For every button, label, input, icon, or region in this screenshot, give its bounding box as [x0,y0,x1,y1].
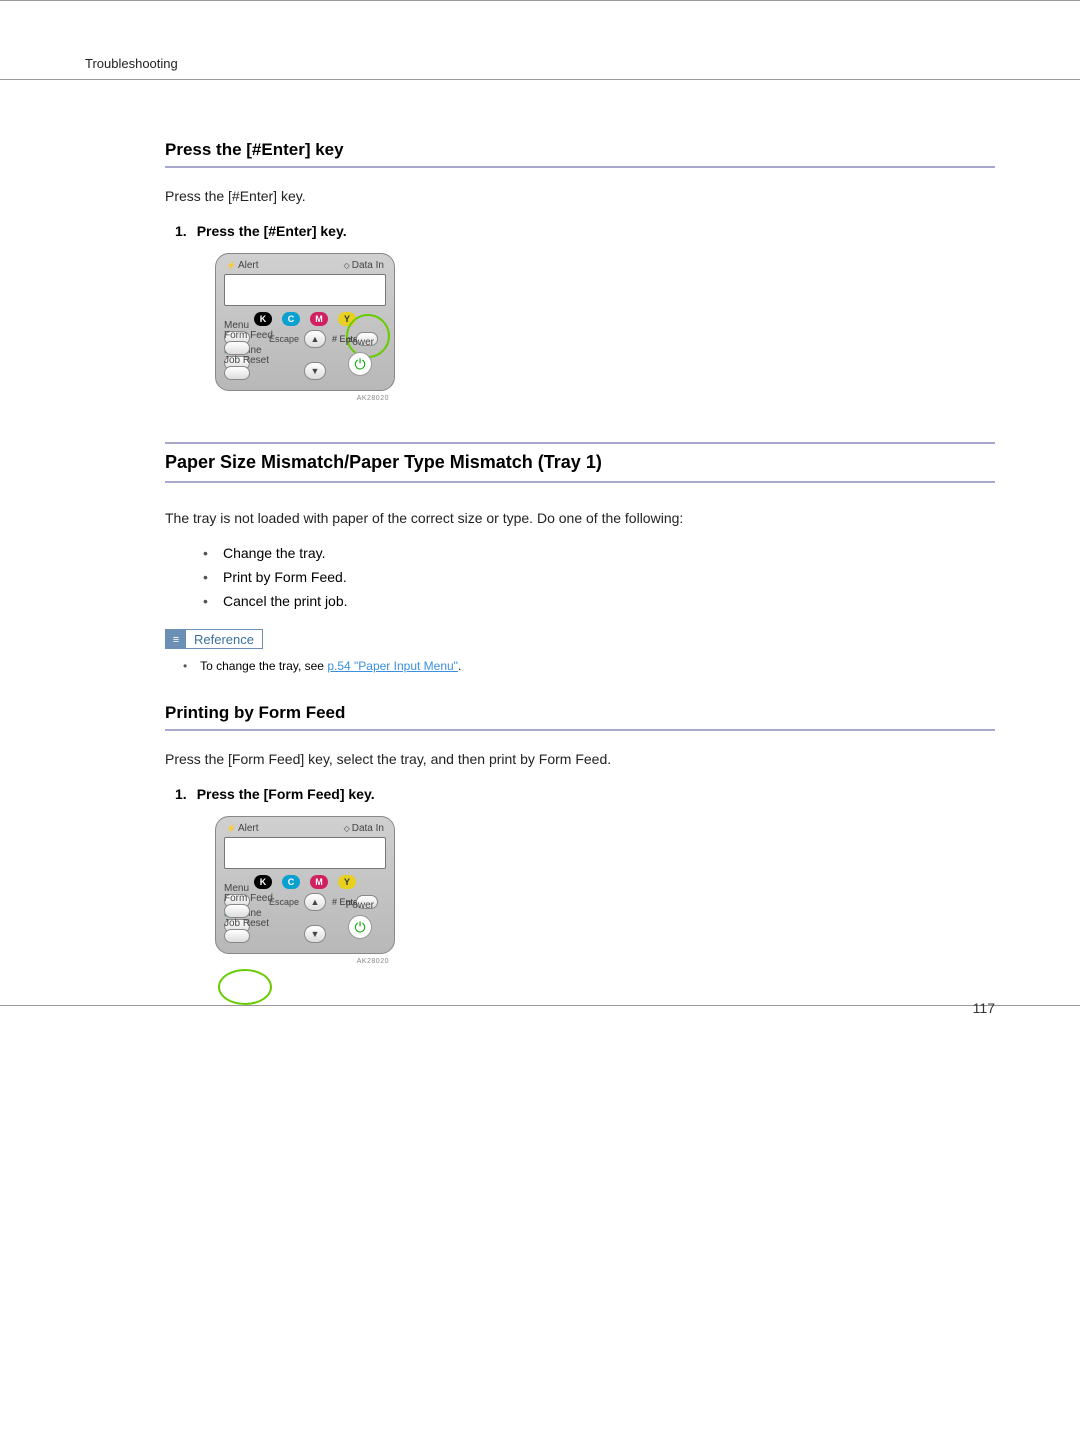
power-icon: ⏻ [348,915,372,939]
data-in-label: Data In [344,823,384,834]
up-arrow-icon: ▲ [304,893,326,911]
power-label: Power [346,900,374,911]
job-reset-label: Job Reset [224,355,273,366]
bullet-cancel-job: Cancel the print job. [203,593,995,609]
up-arrow-icon: ▲ [304,330,326,348]
alert-label: Alert [226,260,259,271]
data-in-label: Data In [344,260,384,271]
escape-label: Escape [269,334,299,344]
step-text: Press the [#Enter] key. [197,223,347,239]
bullet-change-tray: Change the tray. [203,545,995,561]
form-feed-label: Form Feed [224,330,273,341]
form-feed-button [224,904,250,918]
power-icon: ⏻ [348,352,372,376]
toner-y-icon: Y [338,875,356,889]
heading-paper-mismatch: Paper Size Mismatch/Paper Type Mismatch … [165,442,995,483]
intro-paper-mismatch: The tray is not loaded with paper of the… [165,508,995,529]
toner-m-icon: M [310,875,328,889]
reference-link[interactable]: p.54 "Paper Input Menu" [327,659,458,673]
heading-press-enter: Press the [#Enter] key [165,140,995,168]
step-press-enter: 1. Press the [#Enter] key. [175,223,995,239]
highlight-circle-enter [346,314,390,358]
step-number: 1. [175,786,187,802]
panel-illustration-enter: Alert Data In K C M Y Menu Online E [165,253,995,402]
lcd-screen [224,837,386,869]
page-number: 117 [973,1000,995,1016]
intro-press-enter: Press the [#Enter] key. [165,186,995,207]
form-feed-label: Form Feed [224,893,273,904]
reference-tag: ≡ Reference [165,629,263,649]
panel-illustration-formfeed: Alert Data In K C M Y Menu Online E [165,816,995,965]
form-feed-button [224,341,250,355]
lcd-screen [224,274,386,306]
escape-label: Escape [269,897,299,907]
step-press-form-feed: 1. Press the [Form Feed] key. [175,786,995,802]
job-reset-button [224,366,250,380]
highlight-circle-formfeed [218,969,272,1005]
reference-icon: ≡ [166,630,186,648]
down-arrow-icon: ▼ [304,925,326,943]
step-text: Press the [Form Feed] key. [197,786,375,802]
power-label: Power [346,337,374,348]
step-number: 1. [175,223,187,239]
running-header: Troubleshooting [0,56,1080,80]
illustration-code: AK28020 [215,954,395,965]
toner-c-icon: C [282,312,300,326]
job-reset-label: Job Reset [224,918,273,929]
alert-label: Alert [226,823,259,834]
toner-m-icon: M [310,312,328,326]
down-arrow-icon: ▼ [304,362,326,380]
intro-printing-form-feed: Press the [Form Feed] key, select the tr… [165,749,995,770]
toner-c-icon: C [282,875,300,889]
job-reset-button [224,929,250,943]
reference-label: Reference [186,630,262,648]
reference-item: To change the tray, see p.54 "Paper Inpu… [165,659,995,673]
reference-text-post: . [458,659,461,673]
page-content: Press the [#Enter] key Press the [#Enter… [0,80,1080,965]
reference-text-pre: To change the tray, see [200,659,327,673]
heading-printing-form-feed: Printing by Form Feed [165,703,995,731]
bullet-form-feed: Print by Form Feed. [203,569,995,585]
illustration-code: AK28020 [215,391,395,402]
